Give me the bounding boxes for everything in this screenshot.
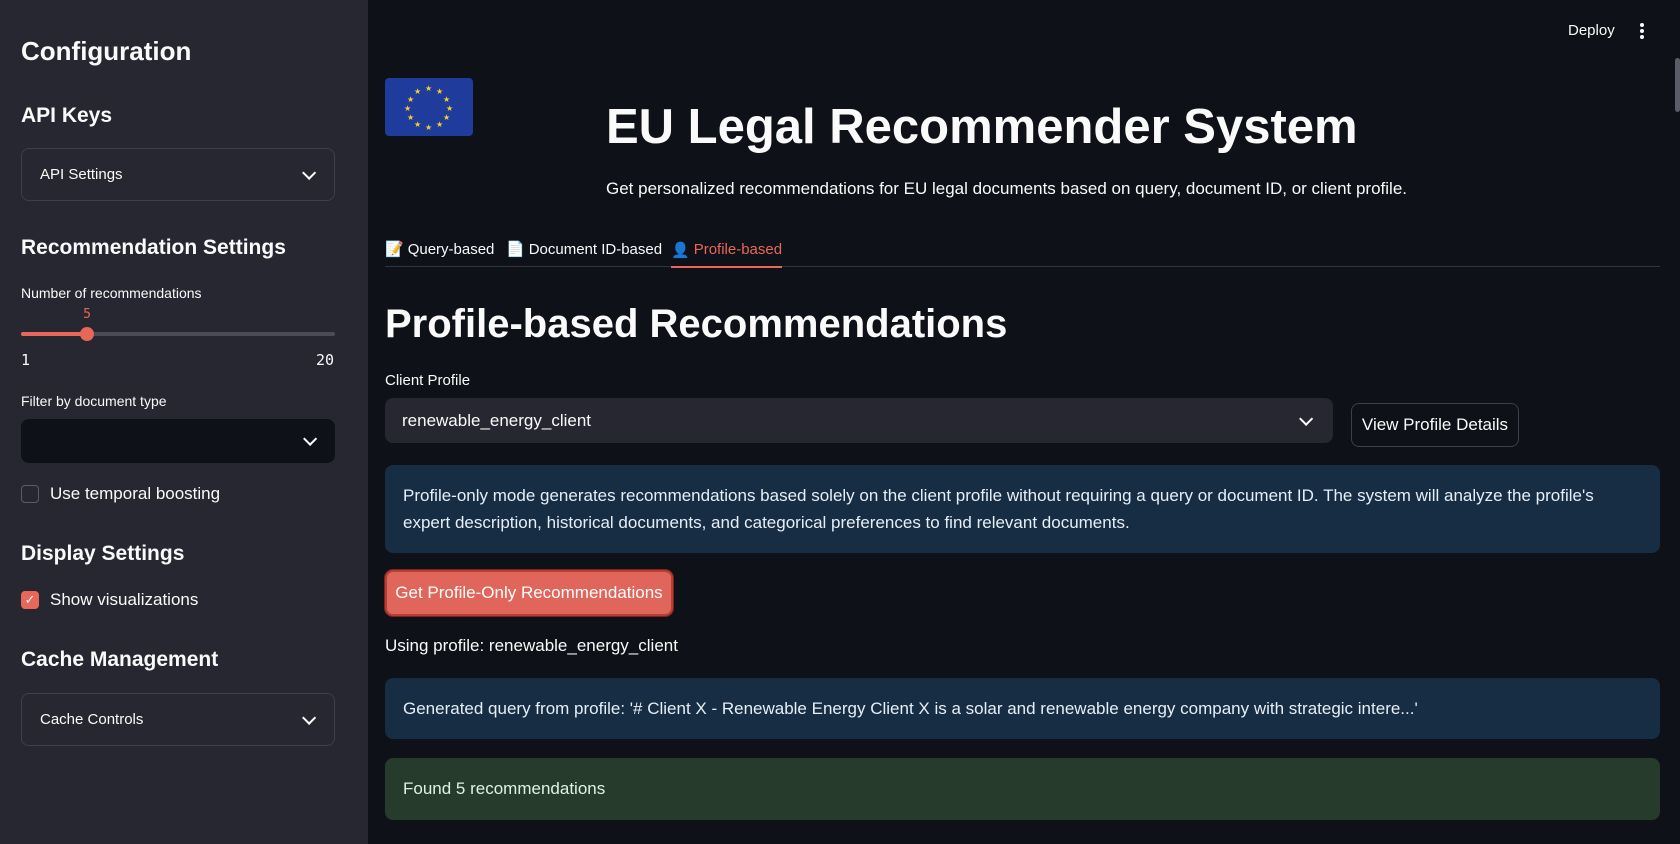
chevron-down-icon: [302, 165, 317, 180]
client-profile-label: Client Profile: [385, 372, 471, 389]
get-recommendations-button[interactable]: Get Profile-Only Recommendations: [385, 570, 673, 616]
num-recommendations-slider[interactable]: [21, 327, 335, 341]
recommendation-settings-heading: Recommendation Settings: [21, 236, 286, 259]
show-visualizations-label: Show visualizations: [50, 590, 199, 609]
sidebar: Configuration API Keys API Settings Reco…: [0, 0, 368, 844]
slider-thumb[interactable]: [80, 327, 95, 341]
memo-icon: 📝: [385, 241, 404, 258]
document-icon: 📄: [506, 241, 525, 258]
api-keys-heading: API Keys: [21, 104, 113, 127]
checkmark-icon[interactable]: ✓: [21, 591, 39, 609]
success-alert: Found 5 recommendations: [385, 758, 1660, 820]
using-profile-text: Using profile: renewable_energy_client: [385, 636, 678, 655]
tab-query-based[interactable]: 📝 Query-based: [385, 233, 494, 265]
slider-fill: [21, 332, 88, 336]
display-settings-heading: Display Settings: [21, 542, 185, 565]
eu-flag-logo: ★ ★ ★ ★ ★ ★ ★ ★ ★ ★ ★ ★: [385, 78, 473, 136]
tab-document-id-based[interactable]: 📄 Document ID-based: [506, 233, 662, 265]
checkbox-unchecked-icon[interactable]: [21, 485, 39, 503]
more-menu-icon[interactable]: [1636, 20, 1648, 42]
tab-profile-based[interactable]: 👤 Profile-based: [671, 233, 783, 268]
sidebar-title: Configuration: [21, 36, 192, 66]
tab-label: Profile-based: [693, 241, 783, 258]
show-visualizations-checkbox[interactable]: ✓ Show visualizations: [21, 590, 198, 610]
api-settings-expander[interactable]: API Settings: [21, 148, 335, 201]
found-recommendations-text: Found 5 recommendations: [403, 779, 606, 798]
slider-min: 1: [21, 351, 31, 369]
generated-query-text: Generated query from profile: '# Client …: [403, 699, 1418, 718]
client-profile-select[interactable]: renewable_energy_client: [385, 398, 1333, 443]
generated-query-alert: Generated query from profile: '# Client …: [385, 678, 1660, 739]
page-subtitle: Get personalized recommendations for EU …: [606, 179, 1407, 198]
temporal-boosting-checkbox[interactable]: Use temporal boosting: [21, 484, 220, 504]
page-title: EU Legal Recommender System: [606, 100, 1358, 154]
cache-controls-expander[interactable]: Cache Controls: [21, 693, 335, 746]
mode-tabs: 📝 Query-based 📄 Document ID-based 👤 Prof…: [385, 231, 1660, 268]
user-icon: 👤: [671, 241, 690, 259]
info-alert: Profile-only mode generates recommendati…: [385, 465, 1660, 553]
doc-type-select[interactable]: [21, 419, 335, 463]
api-settings-label: API Settings: [40, 166, 123, 183]
tab-label: Document ID-based: [528, 240, 663, 258]
scrollbar[interactable]: [1675, 58, 1680, 112]
slider-value: 5: [83, 307, 91, 322]
slider-max: 20: [316, 351, 335, 369]
client-profile-value: renewable_energy_client: [402, 410, 592, 430]
info-text: Profile-only mode generates recommendati…: [403, 486, 1594, 532]
num-recommendations-label: Number of recommendations: [21, 285, 202, 301]
cache-controls-label: Cache Controls: [40, 711, 144, 728]
chevron-down-icon: [302, 710, 317, 725]
deploy-button[interactable]: Deploy: [1568, 22, 1615, 39]
view-profile-details-button[interactable]: View Profile Details: [1351, 403, 1519, 447]
chevron-down-icon: [303, 431, 318, 446]
chevron-down-icon: [1299, 411, 1314, 426]
cache-management-heading: Cache Management: [21, 648, 219, 671]
filter-doc-type-label: Filter by document type: [21, 393, 167, 409]
section-title: Profile-based Recommendations: [385, 302, 1008, 346]
tab-label: Query-based: [407, 240, 495, 258]
temporal-boosting-label: Use temporal boosting: [50, 484, 221, 503]
